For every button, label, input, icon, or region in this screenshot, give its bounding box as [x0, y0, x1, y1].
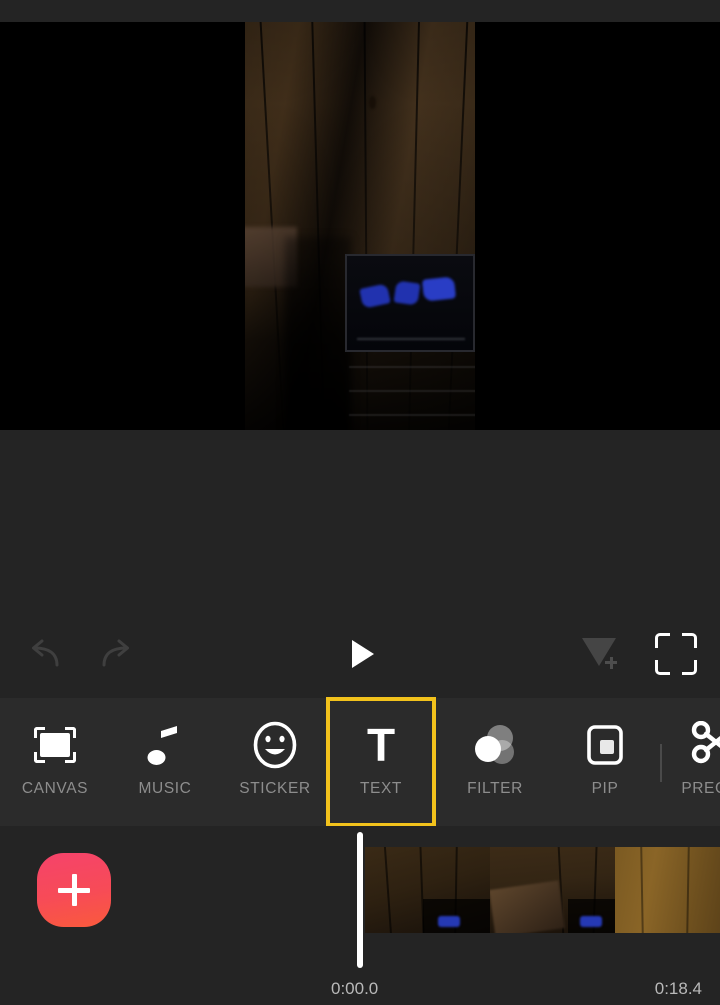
music-note-icon [139, 720, 191, 770]
shelf-line [349, 414, 475, 416]
timecode-end: 0:18.4 [654, 979, 702, 998]
video-clip-thumbnail[interactable] [490, 847, 615, 933]
undo-button[interactable] [12, 610, 76, 698]
undo-arrow-icon [32, 639, 59, 667]
wood-knot [369, 96, 376, 109]
add-media-button[interactable] [37, 853, 111, 927]
editing-toolbar: CANVAS MUSIC STICKER T TEXT FILTER PIP P… [0, 698, 720, 826]
redo-arrow-icon [102, 639, 129, 667]
tool-filter[interactable]: FILTER [440, 698, 550, 826]
timecode-start: 0:00.0 [331, 979, 379, 998]
play-triangle-icon [351, 640, 374, 668]
video-editor-screen: CANVAS MUSIC STICKER T TEXT FILTER PIP P… [0, 0, 720, 1005]
add-keyframe-button[interactable] [568, 610, 632, 698]
picture-in-picture-icon [579, 720, 631, 770]
blue-item [393, 280, 421, 306]
video-clip-thumbnail[interactable] [615, 847, 720, 933]
clip-filmstrip[interactable] [365, 847, 720, 933]
canvas-crop-icon [29, 720, 81, 770]
tool-music[interactable]: MUSIC [110, 698, 220, 826]
tool-label: MUSIC [138, 780, 192, 797]
video-frame [245, 22, 475, 430]
scissors-icon [689, 720, 720, 770]
overlapping-circles-icon [469, 720, 521, 770]
smiley-face-icon [249, 720, 301, 770]
tool-text[interactable]: T TEXT [326, 698, 436, 826]
keyframe-add-icon [578, 632, 622, 676]
player-control-bar [0, 610, 720, 698]
tool-label: FILTER [467, 780, 523, 797]
tool-canvas[interactable]: CANVAS [0, 698, 110, 826]
timeline-area[interactable]: 0:00.0 0:18.4 [0, 826, 720, 1005]
blue-item [421, 276, 457, 302]
playhead[interactable] [357, 832, 363, 968]
tool-label: CANVAS [21, 780, 89, 797]
plus-badge-icon [604, 656, 618, 670]
tool-pip[interactable]: PIP [550, 698, 660, 826]
status-bar [0, 0, 720, 22]
dark-box [345, 254, 475, 352]
video-clip-thumbnail[interactable] [365, 847, 490, 933]
toolbar-divider [660, 744, 662, 782]
tool-label: PIP [591, 780, 619, 797]
redo-button[interactable] [85, 610, 149, 698]
box-highlight [357, 338, 465, 340]
video-preview-area[interactable] [0, 22, 720, 430]
shelf-line [349, 366, 475, 368]
fullscreen-expand-icon [655, 633, 697, 675]
plus-icon [57, 873, 91, 907]
tool-sticker[interactable]: STICKER [220, 698, 330, 826]
shadow-column [285, 237, 351, 430]
shelf-line [349, 390, 475, 392]
tool-label: PRECUT [681, 780, 720, 797]
tool-label: TEXT [359, 780, 402, 797]
play-button[interactable] [328, 610, 392, 698]
fullscreen-button[interactable] [644, 610, 708, 698]
tool-label: STICKER [239, 780, 311, 797]
text-t-icon: T [366, 719, 396, 771]
tool-precut[interactable]: PRECUT [660, 698, 720, 826]
